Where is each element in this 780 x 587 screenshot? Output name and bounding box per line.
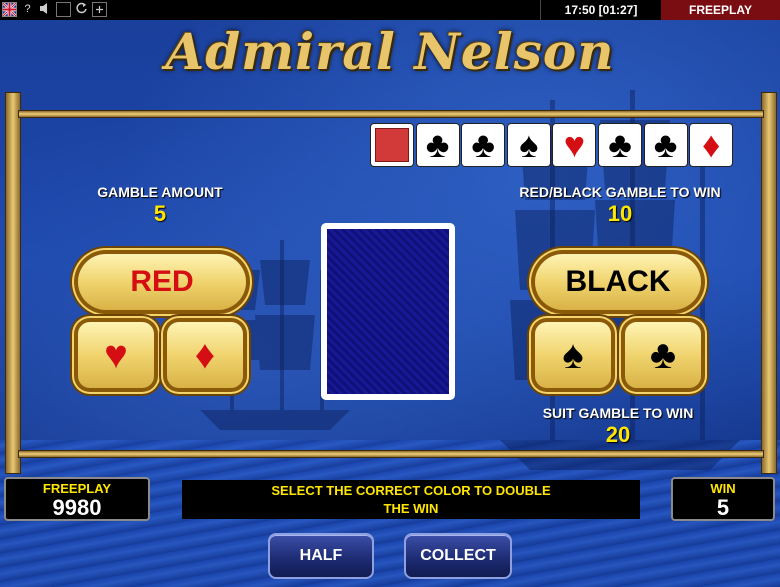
color-gamble-win-value: 10 [607, 201, 633, 226]
fullscreen-icon[interactable] [56, 2, 71, 17]
status-message: SELECT THE CORRECT COLOR TO DOUBLE THE W… [182, 480, 640, 519]
frame-post-right [761, 92, 777, 474]
color-gamble-win-label: RED/BLACK GAMBLE TO WIN [519, 184, 721, 200]
status-message-line1: SELECT THE CORRECT COLOR TO DOUBLE [271, 483, 551, 498]
top-bar: ? 17:50 [01:27] FREEPLAY [0, 0, 780, 20]
win-panel: WIN 5 [671, 477, 775, 521]
suit-gamble-win-value: 20 [605, 422, 631, 447]
history-card: ♣ [462, 124, 505, 166]
history-card: ♥ [553, 124, 596, 166]
half-button[interactable]: HALF [268, 533, 374, 579]
history-card: ♦ [690, 124, 733, 166]
spades-button[interactable]: ♠ [535, 322, 611, 388]
sound-icon[interactable] [38, 2, 53, 17]
status-message-line2: THE WIN [383, 501, 439, 516]
history-card-back [371, 124, 413, 166]
suit-gamble-win-label: SUIT GAMBLE TO WIN [542, 405, 694, 421]
black-button[interactable]: BLACK [535, 254, 701, 310]
history-card: ♣ [599, 124, 641, 166]
hearts-button[interactable]: ♥ [78, 322, 154, 388]
language-flag-icon[interactable] [2, 2, 17, 17]
mode-badge: FREEPLAY [661, 0, 780, 20]
credit-value: 9980 [52, 495, 102, 520]
collect-button[interactable]: COLLECT [404, 533, 512, 579]
reload-icon[interactable] [74, 2, 89, 17]
gamble-amount-label: GAMBLE AMOUNT [97, 184, 223, 200]
frame-rail-top [18, 110, 764, 118]
history-card: ♣ [416, 124, 459, 166]
history-card: ♠ [507, 124, 550, 166]
frame-post-left [5, 92, 21, 474]
help-button[interactable]: ? [20, 2, 35, 17]
red-button[interactable]: RED [78, 254, 246, 310]
win-value: 5 [716, 495, 730, 520]
gamble-card-back [321, 223, 455, 400]
clock-session-time: 17:50 [01:27] [540, 0, 662, 20]
diamonds-button[interactable]: ♦ [167, 322, 243, 388]
history-card: ♣ [644, 124, 687, 166]
gamble-amount-value: 5 [153, 201, 167, 226]
settings-icon[interactable] [92, 2, 107, 17]
frame-rail-bottom [18, 450, 764, 458]
game-title-logo: Admiral Nelson [165, 22, 615, 81]
clubs-button[interactable]: ♣ [625, 322, 701, 388]
credit-panel: FREEPLAY 9980 [4, 477, 150, 521]
